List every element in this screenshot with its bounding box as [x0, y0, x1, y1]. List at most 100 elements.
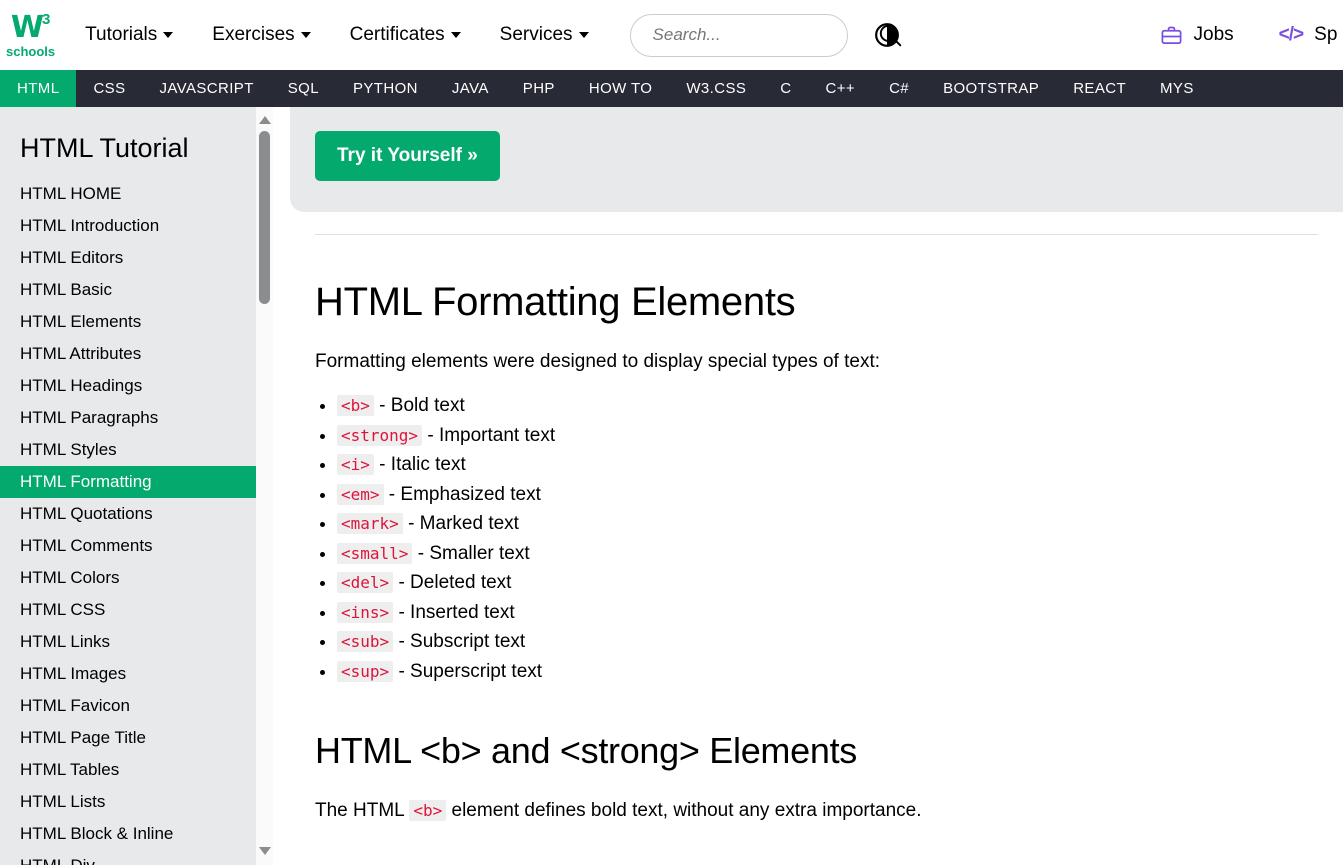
nav-tab-css[interactable]: CSS — [76, 70, 142, 107]
primary-nav: Tutorials Exercises Certificates Service… — [85, 24, 627, 46]
nav-tab-sql[interactable]: SQL — [271, 70, 336, 107]
nav-services-label: Services — [499, 24, 573, 45]
sidebar-item-html-formatting[interactable]: HTML Formatting — [0, 466, 256, 498]
list-item: <del> - Deleted text — [337, 568, 1318, 598]
inline-code-tag[interactable]: <b> — [337, 395, 374, 416]
scroll-down-arrow-icon[interactable] — [259, 847, 271, 855]
list-item: <sup> - Superscript text — [337, 657, 1318, 687]
sidebar-item-html-elements[interactable]: HTML Elements — [0, 306, 256, 338]
list-item: <small> - Smaller text — [337, 539, 1318, 569]
inline-code-tag[interactable]: <sub> — [337, 631, 394, 652]
inline-code-tag[interactable]: <ins> — [337, 601, 394, 623]
inline-code-tag[interactable]: <mark> — [337, 513, 403, 534]
nav-tab-bootstrap[interactable]: BOOTSTRAP — [926, 70, 1056, 107]
logo-w-letter: W — [10, 9, 44, 45]
nav-tab-javascript[interactable]: JAVASCRIPT — [142, 70, 270, 107]
nav-tab-react[interactable]: REACT — [1056, 70, 1143, 107]
list-item-description: - Inserted text — [393, 601, 515, 623]
nav-tab-w3-css[interactable]: W3.CSS — [669, 70, 763, 107]
sidebar-item-html-styles[interactable]: HTML Styles — [0, 434, 256, 466]
nav-tab-php[interactable]: PHP — [506, 70, 572, 107]
nav-tab-python[interactable]: PYTHON — [336, 70, 435, 107]
jobs-link[interactable]: Jobs — [1160, 24, 1234, 47]
w3schools-logo[interactable]: W 3 schools — [6, 9, 55, 58]
list-item: <mark> - Marked text — [337, 509, 1318, 539]
list-item: <em> - Emphasized text — [337, 480, 1318, 510]
section-heading-b-strong: HTML <b> and <strong> Elements — [315, 730, 857, 771]
nav-tab-html[interactable]: HTML — [0, 70, 77, 107]
list-item-description: - Deleted text — [393, 572, 512, 593]
try-it-yourself-button[interactable]: Try it Yourself » — [315, 131, 500, 181]
header-right-links: Jobs </> Sp — [1160, 24, 1343, 47]
spaces-label: Sp — [1314, 24, 1338, 45]
b-element-paragraph: The HTML <b> element defines bold text, … — [315, 800, 1318, 822]
sidebar-item-html-images[interactable]: HTML Images — [0, 658, 256, 690]
search-box[interactable] — [629, 13, 901, 57]
list-item-description: - Italic text — [373, 454, 466, 475]
nav-certificates[interactable]: Certificates — [350, 24, 461, 46]
sidebar-item-html-introduction[interactable]: HTML Introduction — [0, 210, 256, 242]
sidebar-item-html-attributes[interactable]: HTML Attributes — [0, 338, 256, 370]
chevron-down-icon — [300, 32, 311, 38]
nav-certificates-label: Certificates — [349, 24, 445, 45]
sidebar-item-html-home[interactable]: HTML HOME — [0, 178, 256, 210]
sidebar-item-html-headings[interactable]: HTML Headings — [0, 370, 256, 402]
jobs-label: Jobs — [1193, 24, 1234, 45]
inline-code-tag[interactable]: <sup> — [337, 660, 394, 682]
sidebar-item-html-quotations[interactable]: HTML Quotations — [0, 498, 256, 530]
briefcase-icon — [1160, 24, 1183, 47]
intro-paragraph: Formatting elements were designed to dis… — [315, 351, 881, 372]
inline-code-tag[interactable]: <small> — [337, 542, 413, 564]
sidebar-item-html-tables[interactable]: HTML Tables — [0, 754, 256, 786]
inline-code-tag[interactable]: <del> — [337, 572, 394, 593]
nav-tab-mys[interactable]: MYS — [1143, 70, 1211, 107]
inline-code-tag[interactable]: <em> — [337, 483, 384, 505]
nav-exercises-label: Exercises — [212, 24, 295, 45]
contrast-icon[interactable] — [874, 22, 900, 48]
spaces-link[interactable]: </> Sp — [1279, 24, 1338, 46]
logo-three-superscript: 3 — [41, 10, 51, 28]
sidebar-item-html-lists[interactable]: HTML Lists — [0, 786, 256, 818]
list-item: <sub> - Subscript text — [337, 627, 1318, 657]
list-item-description: - Emphasized text — [383, 483, 541, 505]
nav-tab-how-to[interactable]: HOW TO — [572, 70, 670, 107]
chevron-down-icon — [578, 32, 589, 38]
inline-code-tag[interactable]: <i> — [337, 454, 374, 475]
main-content: Try it Yourself » HTML Formatting Elemen… — [273, 107, 1343, 865]
sidebar-item-html-block-inline[interactable]: HTML Block & Inline — [0, 818, 256, 850]
formatting-elements-list: <b> - Bold text<strong> - Important text… — [337, 391, 1318, 686]
sidebar-item-html-editors[interactable]: HTML Editors — [0, 242, 256, 274]
sidebar-item-html-basic[interactable]: HTML Basic — [0, 274, 256, 306]
list-item-description: - Bold text — [373, 395, 465, 416]
sidebar-scrollbar[interactable] — [256, 107, 273, 865]
sidebar-item-html-paragraphs[interactable]: HTML Paragraphs — [0, 402, 256, 434]
scrollbar-thumb[interactable] — [259, 131, 270, 304]
list-item-description: - Subscript text — [393, 631, 526, 652]
nav-services[interactable]: Services — [500, 24, 589, 46]
scroll-up-arrow-icon[interactable] — [259, 116, 271, 124]
code-icon: </> — [1278, 24, 1305, 45]
sidebar-item-html-favicon[interactable]: HTML Favicon — [0, 690, 256, 722]
nav-tab-java[interactable]: JAVA — [435, 70, 506, 107]
sidebar-item-html-colors[interactable]: HTML Colors — [0, 562, 256, 594]
sidebar-item-html-links[interactable]: HTML Links — [0, 626, 256, 658]
list-item: <strong> - Important text — [337, 421, 1318, 451]
sidebar-item-list: HTML HOME HTML Introduction HTML Editors HT… — [0, 178, 256, 865]
nav-tab-c[interactable]: C# — [872, 70, 926, 107]
nav-tab-c[interactable]: C++ — [809, 70, 873, 107]
nav-tab-c[interactable]: C — [763, 70, 808, 107]
list-item: <b> - Bold text — [337, 391, 1318, 421]
sidebar-item-html-css[interactable]: HTML CSS — [0, 594, 256, 626]
list-item-description: - Important text — [422, 424, 556, 446]
nav-tutorials[interactable]: Tutorials — [85, 24, 174, 46]
sidebar-item-html-page-title[interactable]: HTML Page Title — [0, 722, 256, 754]
section-divider-top — [315, 234, 1318, 235]
inline-code-tag[interactable]: <strong> — [337, 424, 423, 446]
language-navbar: HTML CSS JAVASCRIPT SQL PYTHON JAVA PHP HOW TO W… — [0, 70, 1343, 107]
list-item-description: - Smaller text — [412, 542, 530, 564]
sidebar-item-html-div[interactable]: HTML Div — [0, 850, 256, 865]
sidebar-item-html-comments[interactable]: HTML Comments — [0, 530, 256, 562]
search-input[interactable] — [652, 25, 877, 45]
nav-exercises[interactable]: Exercises — [212, 24, 311, 46]
article-body: HTML Formatting Elements Formatting elem… — [273, 280, 1343, 822]
